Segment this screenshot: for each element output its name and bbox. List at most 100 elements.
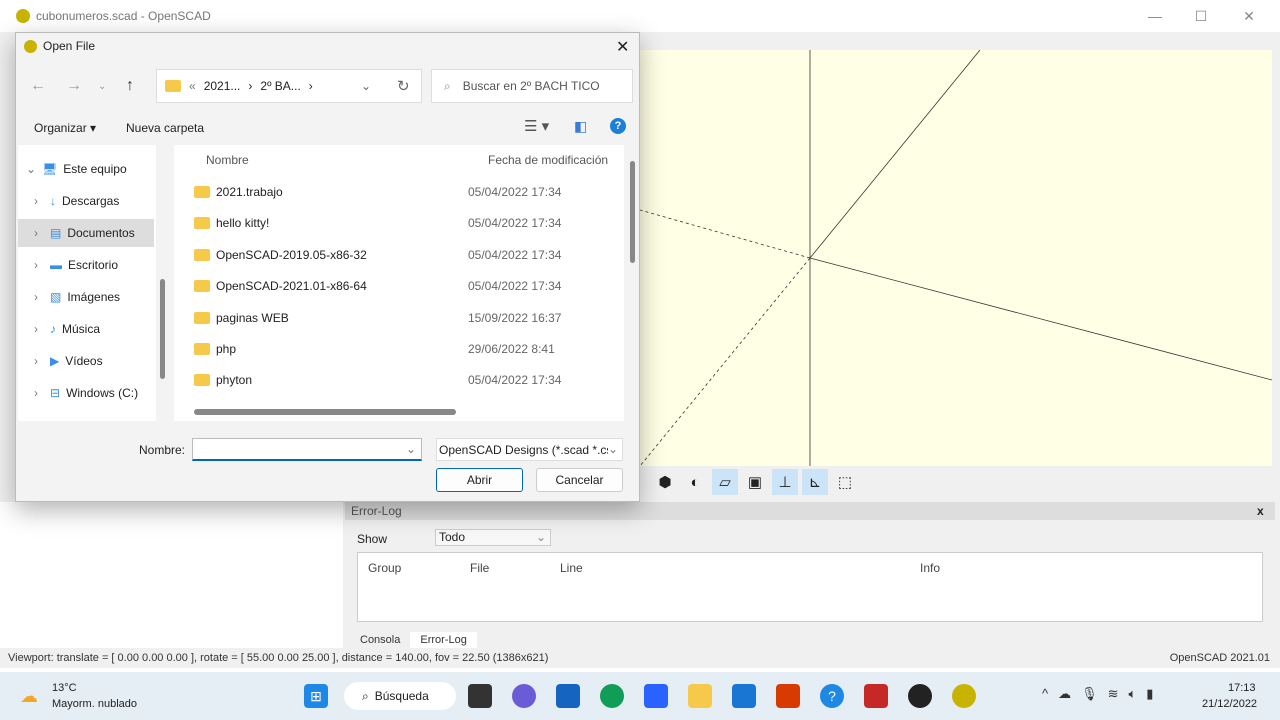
chat-icon[interactable]: [512, 684, 536, 708]
edge-icon[interactable]: [600, 684, 624, 708]
tab-error-log[interactable]: Error-Log: [410, 632, 477, 648]
nav-item[interactable]: › ⊟ Windows (C:): [18, 379, 154, 407]
3d-viewport[interactable]: [639, 49, 1273, 467]
file-list-hscrollbar[interactable]: [194, 409, 456, 415]
column-file[interactable]: File: [470, 561, 489, 575]
dialog-title: Open File: [43, 39, 96, 53]
folder-icon: [194, 311, 210, 324]
search-label: Búsqueda: [374, 689, 429, 703]
nav-item-label: Windows (C:): [66, 386, 139, 400]
forward-button[interactable]: →: [66, 77, 82, 95]
help-icon[interactable]: ?: [820, 684, 844, 708]
chevron-down-icon[interactable]: ⌄: [406, 442, 416, 456]
nav-item[interactable]: ⌄ 🖥︎ Este equipo: [18, 155, 154, 183]
chevron-right-icon[interactable]: ›: [34, 290, 44, 304]
view-options-icon[interactable]: ☰ ▾: [524, 117, 549, 135]
dialog-close-button[interactable]: ✕: [616, 37, 629, 57]
nav-item[interactable]: › ▧ Imágenes: [18, 283, 154, 311]
chevron-right-icon[interactable]: ›: [34, 258, 44, 272]
system-tray-icons[interactable]: ^☁🎙︎≋🔈︎▮: [1042, 686, 1163, 702]
refresh-icon[interactable]: ↻: [397, 77, 410, 95]
filename-input[interactable]: ⌄: [192, 438, 422, 461]
file-row[interactable]: OpenSCAD-2019.05-x86-32 05/04/2022 17:34: [194, 240, 614, 270]
breadcrumb-item[interactable]: 2º BA...: [260, 79, 300, 93]
close-window-button[interactable]: ✕: [1226, 0, 1272, 32]
temperature[interactable]: 13°C: [52, 682, 77, 694]
search-box[interactable]: ⌕ Buscar en 2º BACH TICO: [431, 69, 633, 103]
mail-icon[interactable]: [732, 684, 756, 708]
orthogonal-icon[interactable]: ▣: [742, 469, 768, 495]
chevron-down-icon[interactable]: ⌄: [361, 79, 371, 93]
breadcrumb-overflow[interactable]: «: [189, 79, 196, 93]
file-row[interactable]: OpenSCAD-2021.01-x86-64 05/04/2022 17:34: [194, 271, 614, 301]
store-icon[interactable]: [644, 684, 668, 708]
file-row[interactable]: paginas WEB 15/09/2022 16:37: [194, 303, 614, 333]
up-button[interactable]: ↑: [126, 77, 134, 95]
file-date: 05/04/2022 17:34: [468, 373, 562, 388]
tab-consola[interactable]: Consola: [350, 632, 410, 648]
back-button[interactable]: ←: [30, 77, 46, 95]
nav-scrollbar[interactable]: [160, 279, 165, 379]
drive-icon: ⊟: [50, 386, 61, 400]
maximize-button[interactable]: ☐: [1178, 0, 1224, 32]
file-row[interactable]: phyton 05/04/2022 17:34: [194, 365, 614, 395]
column-line[interactable]: Line: [560, 561, 583, 575]
preview-pane-icon[interactable]: ◧: [574, 118, 587, 135]
office-icon[interactable]: [776, 684, 800, 708]
new-folder-button[interactable]: Nueva carpeta: [126, 121, 204, 135]
open-button[interactable]: Abrir: [436, 468, 523, 492]
openscad-taskbar-icon[interactable]: [952, 684, 976, 708]
chevron-right-icon[interactable]: ›: [34, 194, 44, 208]
breadcrumb-item[interactable]: 2021...: [204, 79, 241, 93]
show-edges-icon[interactable]: ⬚: [832, 469, 858, 495]
recent-dropdown-button[interactable]: ⌄: [98, 81, 106, 92]
chevron-right-icon[interactable]: ›: [34, 386, 44, 400]
help-icon[interactable]: ?: [610, 118, 626, 134]
file-name: OpenSCAD-2021.01-x86-64: [216, 279, 367, 294]
file-date: 05/04/2022 17:34: [468, 279, 562, 294]
search-button[interactable]: ⌕ Búsqueda: [344, 682, 456, 710]
error-log-close-button[interactable]: x: [1257, 504, 1264, 518]
view-all-icon[interactable]: ⬢: [652, 469, 678, 495]
show-axes-icon[interactable]: ⊥: [772, 469, 798, 495]
cancel-button[interactable]: Cancelar: [536, 468, 623, 492]
openscad-logo-icon: [24, 39, 37, 53]
clock-time[interactable]: 17:13: [1228, 682, 1256, 694]
file-row[interactable]: php 29/06/2022 8:41: [194, 334, 614, 364]
address-bar[interactable]: « 2021... › 2º BA... › ⌄ ↻: [156, 69, 422, 103]
clock-date[interactable]: 21/12/2022: [1202, 698, 1257, 710]
app-icon[interactable]: [556, 684, 580, 708]
nav-item[interactable]: › ▶ Vídeos: [18, 347, 154, 375]
file-date: 05/04/2022 17:34: [468, 247, 562, 262]
task-view-icon[interactable]: [468, 684, 492, 708]
nav-item[interactable]: › ▤ Documentos: [18, 219, 154, 247]
show-scale-icon[interactable]: ⊾: [802, 469, 828, 495]
app-icon[interactable]: [864, 684, 888, 708]
weather-text[interactable]: Mayorm. nublado: [52, 698, 137, 710]
nav-item[interactable]: › ▬ Escritorio: [18, 251, 154, 279]
weather-icon[interactable]: ☁: [20, 686, 38, 707]
column-group[interactable]: Group: [368, 561, 401, 575]
file-row[interactable]: 2021.trabajo 05/04/2022 17:34: [194, 177, 614, 207]
column-info[interactable]: Info: [920, 561, 940, 575]
perspective-icon[interactable]: ▱: [712, 469, 738, 495]
start-icon[interactable]: ⊞: [304, 684, 328, 708]
file-list-vscrollbar[interactable]: [630, 161, 635, 263]
chevron-down-icon[interactable]: ⌄: [26, 162, 36, 176]
column-name[interactable]: Nombre: [206, 153, 249, 167]
chevron-right-icon[interactable]: ›: [34, 354, 44, 368]
minimize-button[interactable]: —: [1132, 0, 1178, 32]
chevron-right-icon[interactable]: ›: [34, 322, 44, 336]
nav-item[interactable]: › ↓ Descargas: [18, 187, 154, 215]
organize-button[interactable]: Organizar ▾: [34, 121, 96, 135]
file-explorer-icon[interactable]: [688, 684, 712, 708]
editor-area[interactable]: [0, 502, 343, 648]
nav-item[interactable]: › ♪ Música: [18, 315, 154, 343]
filetype-select[interactable]: OpenSCAD Designs (*.scad *.cs ⌄: [436, 438, 623, 461]
column-date[interactable]: Fecha de modificación: [488, 153, 608, 167]
show-select[interactable]: Todo ⌄: [435, 529, 551, 546]
obs-icon[interactable]: [908, 684, 932, 708]
surface-view-icon[interactable]: ◐: [682, 469, 708, 495]
chevron-right-icon[interactable]: ›: [34, 226, 44, 240]
file-row[interactable]: hello kitty! 05/04/2022 17:34: [194, 208, 614, 238]
